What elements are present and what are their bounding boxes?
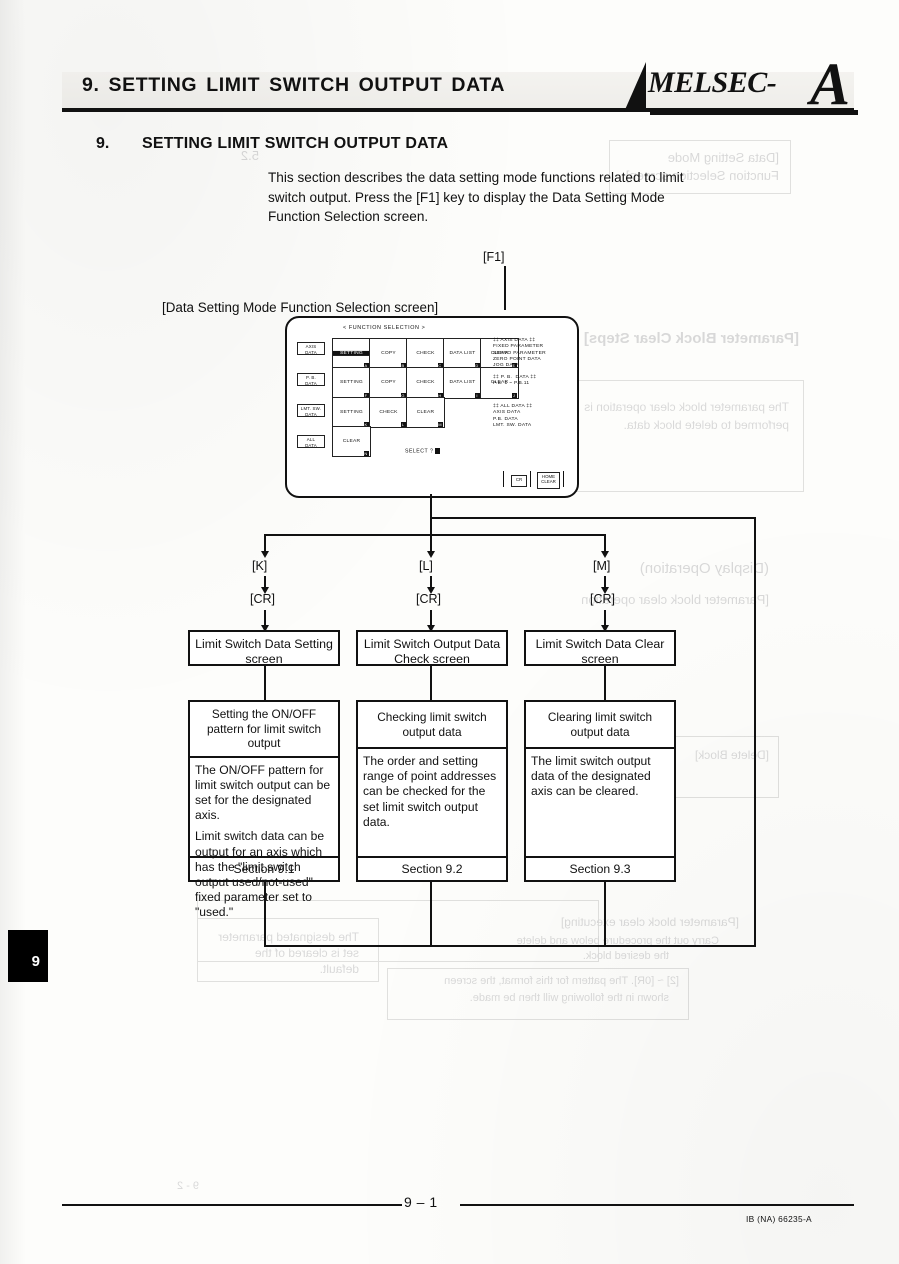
branch-k-key: [K] (252, 559, 268, 573)
running-title: 9. SETTING LIMIT SWITCH OUTPUT DATA (82, 74, 506, 96)
detail-head: Checking limit switch output data (358, 702, 506, 749)
section-number: 9. (96, 135, 110, 152)
branch-l-cr: [CR] (416, 592, 441, 606)
screen-box-limit-switch-output-data-check: Limit Switch Output Data Check screen (356, 630, 508, 666)
crt-screen-title: < FUNCTION SELECTION > (343, 325, 426, 331)
connector-k-to-detail (264, 666, 266, 702)
document-code: IB (NA) 66235-A (746, 1214, 812, 1224)
detail-box-clear: Clearing limit switch output data The li… (524, 700, 676, 882)
crt-row-label-pb-data: P. B. DATA (297, 373, 325, 386)
intro-line-3: Function Selection screen. (268, 209, 429, 225)
intro-paragraph: This section describes the data setting … (268, 168, 798, 227)
flow-bus-lower (264, 534, 606, 536)
detail-head: Clearing limit switch output data (526, 702, 674, 749)
detail-box-check: Checking limit switch output data The or… (356, 700, 508, 882)
flow-loop-right-vertical (754, 517, 756, 947)
screen-box-limit-switch-data-setting: Limit Switch Data Setting screen (188, 630, 340, 666)
intro-line-1: This section describes the data setting … (268, 170, 684, 185)
crt-cell-pb-check[interactable]: CHECK H (406, 367, 445, 399)
logo-slash-icon (624, 62, 646, 112)
branch-k-arrow-icon (261, 551, 269, 558)
intro-line-2: switch output. Press the [F1] key to dis… (268, 189, 665, 205)
page-header: 9. SETTING LIMIT SWITCH OUTPUT DATA MELS… (62, 60, 858, 118)
crt-cell-pb-copy[interactable]: COPY G (369, 367, 408, 399)
crt-cell-pb-setting[interactable]: SETTING F (332, 367, 371, 399)
detail-body-p1: The order and setting range of point add… (363, 754, 497, 829)
connector-m-to-detail (604, 666, 606, 702)
crt-cell-pb-data-list[interactable]: DATA LIST I (443, 367, 482, 399)
footer-rule-left (62, 1204, 402, 1206)
page-number: 9 – 1 (404, 1194, 438, 1210)
melsec-logo: MELSEC- A (622, 60, 858, 122)
branch-m-arrow-icon (601, 551, 609, 558)
detail-section-ref[interactable]: Section 9.2 (358, 856, 506, 880)
detail-head: Setting the ON/OFF pattern for limit swi… (190, 702, 338, 758)
crt-side-text-axis-data: ‡‡ AXIS DATA ‡‡ FIXED PARAMETER SERVO PA… (493, 338, 546, 369)
crt-cell-lmtsw-check[interactable]: CHECK L (369, 397, 408, 428)
crt-row-label-all-data: ALL DATA (297, 435, 325, 448)
screen-box-text: Limit Switch Data Clear screen (535, 637, 665, 666)
flow-bus-joint (430, 517, 432, 535)
crt-cell-axis-copy[interactable]: COPY B (369, 338, 408, 369)
crt-fkey-home-clear[interactable]: HOME CLEAR (537, 472, 560, 489)
crt-fkey-divider-right (563, 471, 564, 487)
crt-fkey-divider-left (503, 471, 504, 487)
return-k-vertical (264, 882, 266, 946)
f1-key-label: [F1] (483, 250, 505, 264)
crt-side-text-pb-data: ‡‡ P. B. DATA ‡‡ P.B. 1 ~ P.B.11 (493, 375, 537, 387)
logo-letter-a: A (810, 60, 851, 117)
crt-fkey-cr[interactable]: CR (511, 475, 527, 487)
return-l-vertical (430, 882, 432, 946)
detail-section-ref[interactable]: Section 9.1 (190, 856, 338, 880)
detail-box-setting: Setting the ON/OFF pattern for limit swi… (188, 700, 340, 919)
crt-select-prompt: SELECT ? (405, 448, 441, 455)
chapter-tab: 9 (8, 930, 48, 982)
logo-underbar (650, 110, 858, 115)
branch-m-key: [M] (593, 559, 611, 573)
crt-fkey-divider-mid (530, 471, 531, 487)
branch-l-key: [L] (419, 559, 433, 573)
f1-connector-line (504, 266, 506, 310)
crt-cell-lmtsw-clear[interactable]: CLEAR M (406, 397, 445, 428)
logo-wordmark: MELSEC- (648, 66, 777, 99)
crt-row-label-lmtsw-data: LMT. SW. DATA (297, 404, 325, 417)
detail-body: The order and setting range of point add… (358, 749, 506, 840)
detail-body-p1: The limit switch output data of the desi… (531, 754, 651, 799)
section-title: SETTING LIMIT SWITCH OUTPUT DATA (142, 135, 449, 152)
crt-cell-axis-data-list[interactable]: DATA LIST D (443, 338, 482, 369)
branch-k-cr: [CR] (250, 592, 275, 606)
flow-stem-from-screen (430, 494, 432, 517)
crt-cell-axis-check[interactable]: CHECK C (406, 338, 445, 369)
branch-l-arrow-icon (427, 551, 435, 558)
screen-caption: [Data Setting Mode Function Selection sc… (162, 300, 439, 315)
screen-box-text: Limit Switch Output Data Check screen (363, 637, 501, 666)
detail-body: The limit switch output data of the desi… (526, 749, 674, 810)
crt-cell-axis-setting[interactable]: SETTING A (332, 338, 371, 369)
screen-box-limit-switch-data-clear: Limit Switch Data Clear screen (524, 630, 676, 666)
crt-side-text-all-data: ‡‡ ALL DATA ‡‡ AXIS DATA P.B. DATA LMT. … (493, 404, 533, 428)
connector-l-to-detail (430, 666, 432, 702)
detail-section-ref[interactable]: Section 9.3 (526, 856, 674, 880)
chapter-tab-number: 9 (31, 953, 40, 970)
crt-text-cursor (435, 448, 441, 454)
return-m-vertical (604, 882, 606, 946)
branch-m-cr: [CR] (590, 592, 615, 606)
detail-body-p1: The ON/OFF pattern for limit switch outp… (195, 762, 331, 823)
function-selection-screen: < FUNCTION SELECTION > AXIS DATA P. B. D… (285, 316, 579, 498)
return-bus-bottom (264, 945, 756, 947)
crt-cell-all-clear[interactable]: CLEAR N (332, 426, 371, 457)
footer-rule-right (460, 1204, 854, 1206)
crt-row-label-axis-data: AXIS DATA (297, 342, 325, 355)
crt-cell-lmtsw-setting[interactable]: SETTING K (332, 397, 371, 428)
flow-bus-upper (430, 517, 756, 519)
